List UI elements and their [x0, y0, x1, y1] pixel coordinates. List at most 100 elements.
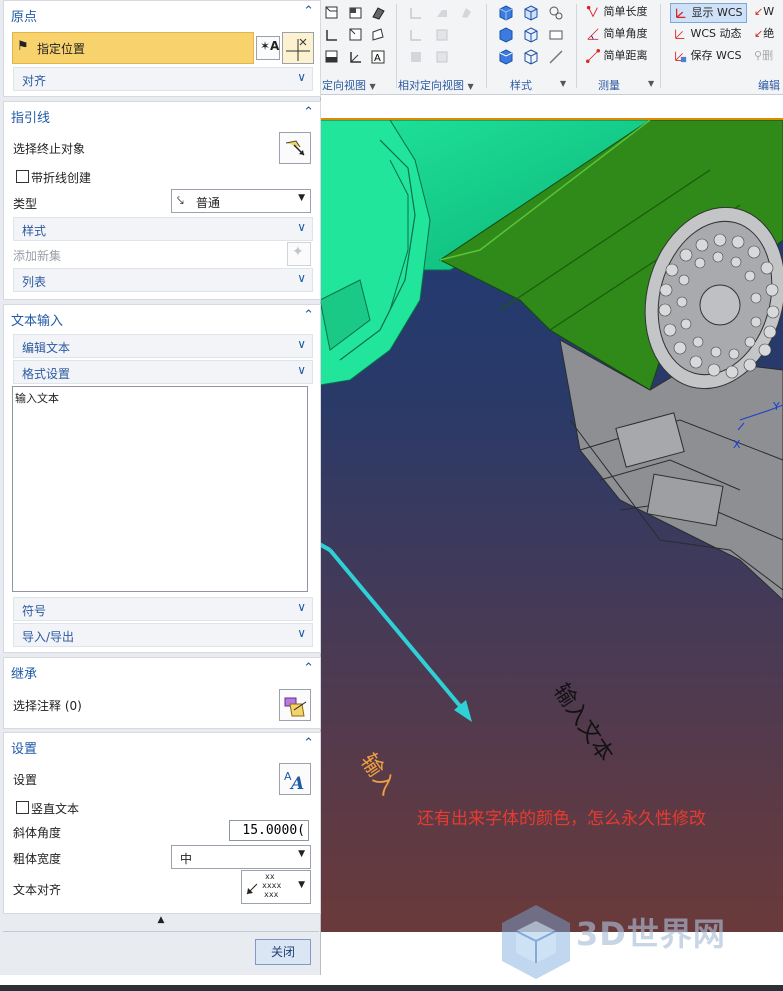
style-label[interactable]: 样式 [510, 77, 532, 93]
hidden-edges-cube-icon[interactable] [523, 27, 539, 43]
line-icon[interactable] [548, 49, 564, 65]
view-dimetric-icon[interactable] [370, 27, 386, 43]
show-wcs-button[interactable]: 显示 WCS [670, 3, 747, 23]
inherit-header[interactable]: 继承 ⌃ [4, 658, 320, 684]
relative-orient-view-label[interactable]: 相对定向视图 ▼ [398, 77, 474, 93]
rel-view-6-icon[interactable] [408, 49, 424, 65]
rel-view-1-icon[interactable] [408, 5, 424, 21]
create-with-jog-checkbox[interactable] [16, 170, 29, 183]
absolute-wcs-button[interactable]: ↙绝 [754, 25, 774, 43]
rel-view-4-icon[interactable] [408, 27, 424, 43]
show-wcs-label: 显示 WCS [691, 6, 743, 19]
studio-cube-icon[interactable] [498, 49, 514, 65]
collapse-icon[interactable]: ⌃ [303, 308, 314, 323]
collapse-icon[interactable]: ⌃ [303, 4, 314, 19]
view-right-icon[interactable] [348, 27, 364, 43]
view-text-icon[interactable]: A [370, 49, 386, 65]
view-iso-icon[interactable] [348, 5, 364, 21]
text-input-title: 文本输入 [11, 314, 64, 329]
formatting-subsection[interactable]: 格式设置 ∨ [13, 360, 313, 384]
view-back-icon[interactable] [348, 49, 364, 65]
toolbar-separator [486, 4, 487, 88]
edit-text-subsection[interactable]: 编辑文本 ∨ [13, 334, 313, 358]
expand-chevron-icon: ∨ [297, 337, 306, 351]
rectangle-icon[interactable] [548, 27, 564, 43]
simple-angle-button[interactable]: 简单角度 [586, 25, 648, 43]
inherit-annotation-icon [284, 697, 307, 717]
wireframe-cube-icon[interactable] [498, 27, 514, 43]
settings-label: 设置 [13, 773, 38, 787]
more-options-toggle[interactable]: ▲ [3, 915, 319, 929]
simple-distance-button[interactable]: 简单距离 [586, 47, 648, 65]
specify-location-row[interactable]: ⚑ 指定位置 [12, 32, 254, 64]
formatting-label: 格式设置 [22, 367, 71, 381]
style-dropdown-icon[interactable]: ▼ [560, 79, 566, 88]
annotation-preview-black: 输入文本 [548, 679, 618, 766]
inherit-section: 继承 ⌃ 选择注释 (0) [3, 657, 321, 729]
select-terminating-object-button[interactable] [279, 132, 311, 164]
wcs-dynamic-icon [675, 29, 685, 39]
shaded-cube-icon[interactable] [498, 5, 514, 21]
list-label: 列表 [22, 275, 47, 289]
edit-label[interactable]: 编辑 [758, 77, 780, 93]
rel-view-2-icon[interactable] [434, 5, 450, 21]
section-view-icon[interactable] [548, 5, 564, 21]
collapse-icon[interactable]: ⌃ [303, 736, 314, 751]
axis-x-label: X [733, 438, 741, 451]
watermark-text: 3D世界网 [576, 915, 726, 953]
gray-part [559, 339, 783, 601]
close-button[interactable]: 关闭 [255, 939, 311, 965]
collapse-icon[interactable]: ⌃ [303, 105, 314, 120]
text-settings-button[interactable]: AA [279, 763, 311, 795]
list-subsection[interactable]: 列表 ∨ [13, 268, 313, 292]
simple-length-button[interactable]: 简单长度 [586, 3, 648, 21]
annotation-text-area[interactable]: 输入文本 [12, 386, 308, 592]
style-subsection[interactable]: 样式 ∨ [13, 217, 313, 241]
rel-view-5-icon[interactable] [434, 27, 450, 43]
symbols-subsection[interactable]: 符号 ∨ [13, 597, 313, 621]
save-wcs-button[interactable]: 保存 WCS [673, 47, 742, 65]
wcs-orient-button[interactable]: ↙W [754, 3, 774, 21]
alignment-sample-top: xx [265, 872, 275, 881]
alignment-sample: xx xxxx xxx [262, 872, 281, 899]
text-alignment-dropdown[interactable]: xx xxxx xxx ▼ [241, 870, 311, 904]
rel-view-3-icon[interactable] [458, 5, 474, 21]
leader-type-dropdown[interactable]: ⤥ 普通 ▼ [171, 189, 311, 213]
view-bottom-icon[interactable] [324, 49, 340, 65]
vertical-text-checkbox[interactable] [16, 801, 29, 814]
point-tool-button[interactable] [282, 32, 314, 64]
wcs-orient-label: W [763, 5, 775, 18]
leader-title: 指引线 [11, 111, 51, 126]
static-wire-cube-icon[interactable] [523, 49, 539, 65]
distance-icon [586, 49, 600, 63]
align-subsection[interactable]: 对齐 ∨ [13, 67, 313, 91]
orient-view-label[interactable]: 定向视图 ▼ [322, 77, 376, 93]
wcs-dynamic-label: WCS 动态 [690, 27, 742, 40]
add-new-set-button[interactable]: ✦ [287, 242, 311, 266]
wcs-dynamic-button[interactable]: WCS 动态 [673, 25, 742, 43]
text-alignment-label: 文本对齐 [13, 883, 62, 897]
text-origin-tool-button[interactable]: ✶A [256, 36, 280, 60]
expand-chevron-icon: ∨ [297, 626, 306, 640]
select-annotation-button[interactable] [279, 689, 311, 721]
origin-header[interactable]: 原点 ⌃ [4, 1, 320, 27]
delete-wcs-label: 删 [762, 49, 774, 62]
leader-type-icon: ⤥ [177, 193, 184, 207]
view-left-icon[interactable] [324, 27, 340, 43]
watermark-logo-icon [502, 905, 570, 979]
slant-angle-input[interactable] [229, 820, 309, 841]
measure-label[interactable]: 测量 [598, 77, 620, 93]
measure-dropdown-icon[interactable]: ▼ [648, 79, 654, 88]
text-input-header[interactable]: 文本输入 ⌃ [4, 305, 320, 331]
view-trimetric-icon[interactable] [370, 5, 386, 21]
delete-wcs-button[interactable]: ⚲删 [754, 47, 773, 65]
view-front-icon[interactable] [324, 5, 340, 21]
leader-type-value: 普通 [196, 196, 221, 210]
leader-header[interactable]: 指引线 ⌃ [4, 102, 320, 128]
rel-view-7-icon[interactable] [434, 49, 450, 65]
settings-header[interactable]: 设置 ⌃ [4, 733, 320, 759]
shaded-edges-cube-icon[interactable] [523, 5, 539, 21]
bold-width-dropdown[interactable]: 中 ▼ [171, 845, 311, 869]
collapse-icon[interactable]: ⌃ [303, 661, 314, 676]
import-export-subsection[interactable]: 导入/导出 ∨ [13, 623, 313, 647]
